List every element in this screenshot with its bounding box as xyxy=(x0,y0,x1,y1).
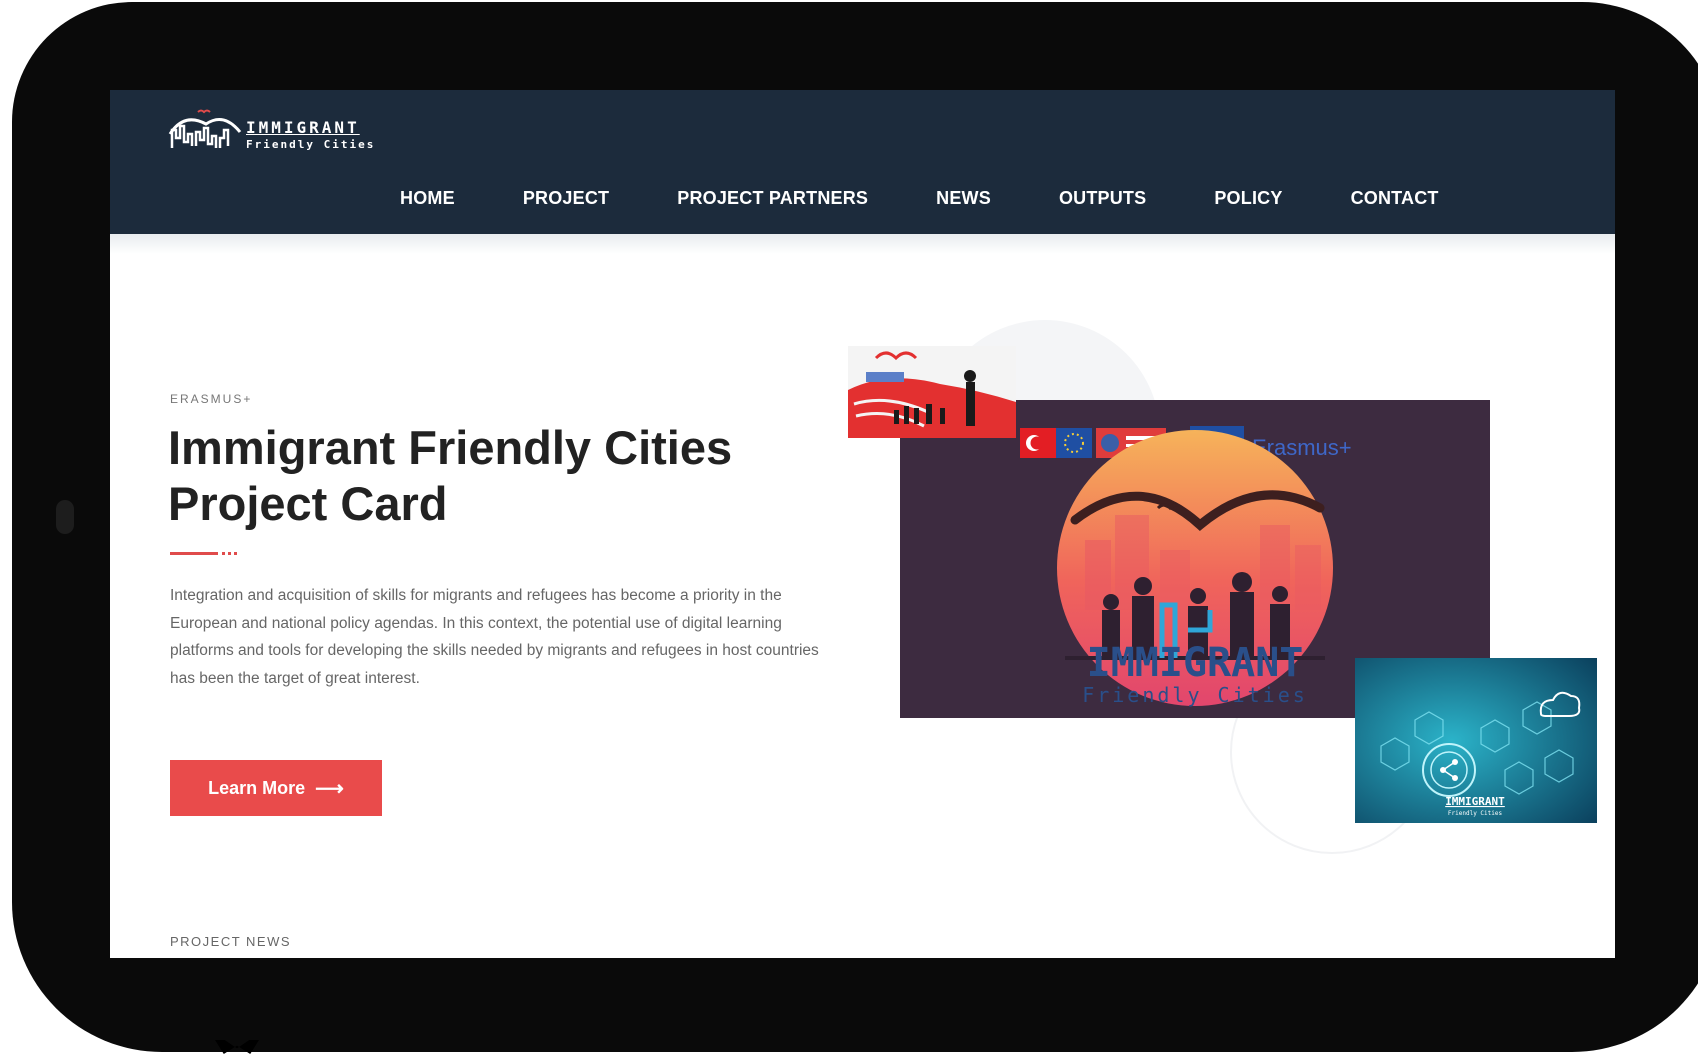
page-title: Immigrant Friendly Cities Project Card xyxy=(168,421,733,530)
navbar-shadow xyxy=(110,234,1615,254)
nav-outputs[interactable]: OUTPUTS xyxy=(1059,188,1146,209)
tablet-camera xyxy=(56,500,74,534)
title-divider xyxy=(170,552,240,555)
site-logo[interactable]: IMMIGRANT Friendly Cities xyxy=(168,108,388,158)
hero-eyebrow: ERASMUS+ xyxy=(170,392,253,406)
nav-project-partners[interactable]: PROJECT PARTNERS xyxy=(677,188,868,209)
city-bird-logo-icon xyxy=(168,109,242,148)
learn-more-label: Learn More xyxy=(208,777,306,798)
nav-home[interactable]: HOME xyxy=(400,188,455,209)
nav-news[interactable]: NEWS xyxy=(936,188,991,209)
arrow-right-icon: ⟶ xyxy=(315,777,344,800)
project-news-label: PROJECT NEWS xyxy=(170,934,292,949)
nav-project[interactable]: PROJECT xyxy=(523,188,609,209)
nav-policy[interactable]: POLICY xyxy=(1214,188,1282,209)
logo-subtitle: Friendly Cities xyxy=(246,138,376,151)
tech-logo-title: IMMIGRANT xyxy=(1445,795,1505,808)
digital-tech-image: IMMIGRANT Friendly Cities xyxy=(1355,658,1597,823)
tech-logo-subtitle: Friendly Cities xyxy=(1448,810,1503,817)
top-navbar: IMMIGRANT Friendly Cities HOME PROJECT P… xyxy=(110,90,1615,234)
poster-title: IMMIGRANT xyxy=(1087,640,1304,686)
poster-subtitle: Friendly Cities xyxy=(1082,683,1308,707)
learn-more-button[interactable]: Learn More ⟶ xyxy=(170,760,382,816)
hero-description: Integration and acquisition of skills fo… xyxy=(170,587,819,687)
nav-contact[interactable]: CONTACT xyxy=(1351,188,1439,209)
migrants-hand-image xyxy=(848,346,1016,438)
website-screen: IMMIGRANT Friendly Cities HOME PROJECT P… xyxy=(110,90,1615,958)
logo-title: IMMIGRANT xyxy=(246,118,360,137)
main-menu: HOME PROJECT PROJECT PARTNERS NEWS OUTPU… xyxy=(400,188,1507,209)
